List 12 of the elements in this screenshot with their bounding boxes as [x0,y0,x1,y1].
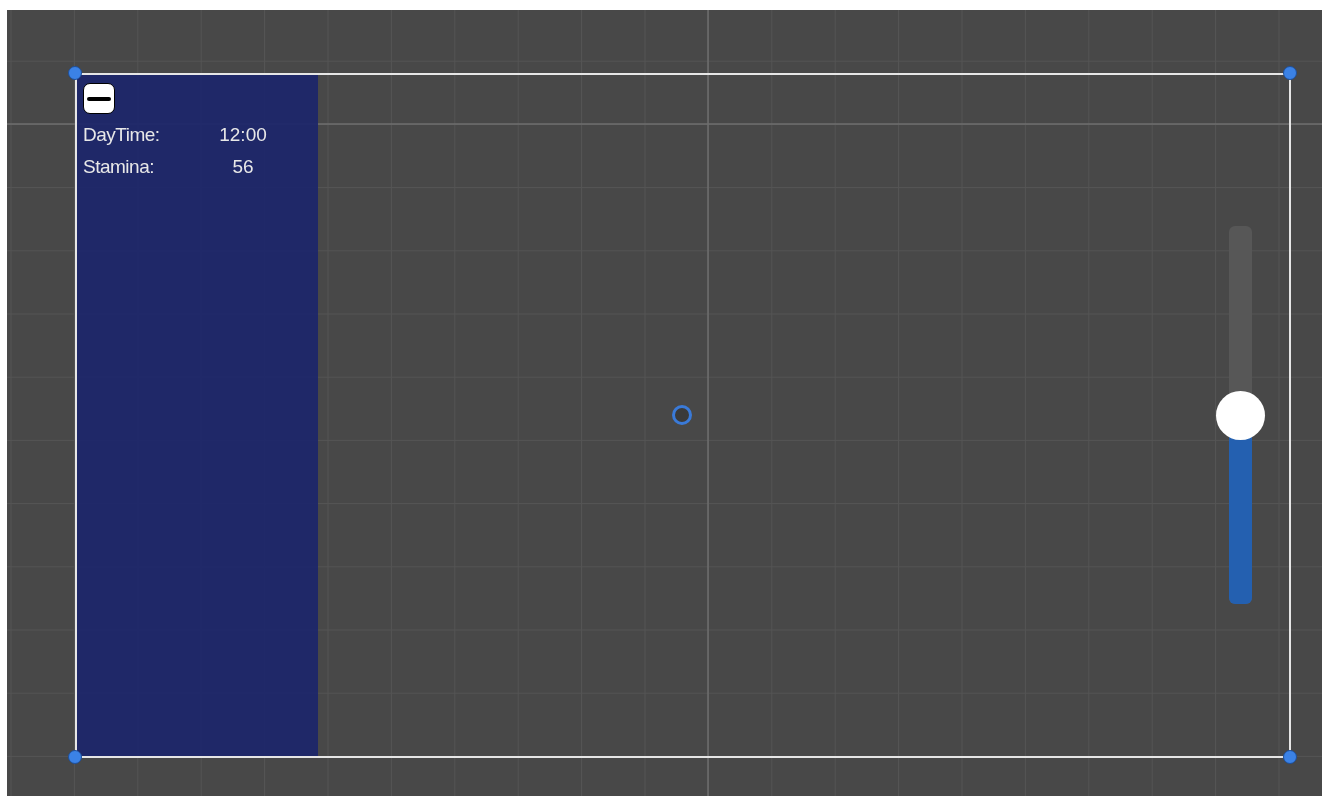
slider-thumb[interactable] [1216,391,1265,440]
corner-handle[interactable] [1283,66,1297,80]
stat-label: DayTime: [83,122,161,147]
corner-handle[interactable] [1283,750,1297,764]
stat-label: Stamina: [83,154,155,179]
minimize-icon[interactable] [83,83,115,114]
vertical-slider[interactable] [1216,226,1265,604]
corner-handle[interactable] [68,750,82,764]
pivot-handle[interactable] [672,405,692,425]
stat-value: 12:00 [218,122,268,147]
corner-handle[interactable] [68,66,82,80]
stat-value: 56 [231,154,255,179]
